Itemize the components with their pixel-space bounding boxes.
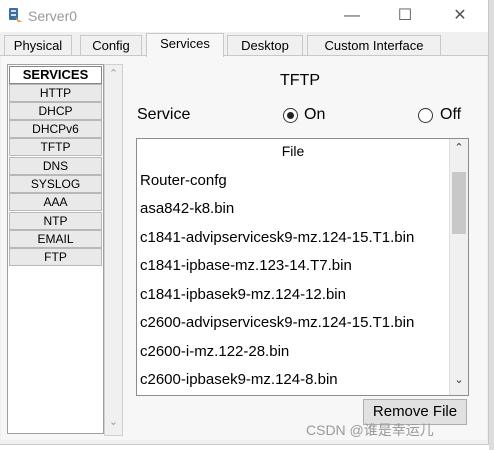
file-item[interactable]: c2600-advipservicesk9-mz.124-15.T1.bin	[140, 314, 414, 331]
service-item-dhcp[interactable]: DHCP	[9, 102, 102, 120]
service-item-aaa[interactable]: AAA	[9, 193, 102, 211]
services-header: SERVICES	[9, 66, 102, 84]
file-scroll-thumb[interactable]	[452, 172, 466, 234]
service-on-radio[interactable]	[283, 108, 298, 123]
panel-title: TFTP	[280, 72, 320, 89]
scroll-up-icon[interactable]: ⌃	[105, 67, 122, 80]
minimize-button[interactable]: —	[337, 4, 367, 28]
file-item[interactable]: c2600-i-mz.122-28.bin	[140, 343, 289, 360]
service-item-dhcpv6[interactable]: DHCPv6	[9, 120, 102, 138]
server-app-icon	[9, 8, 22, 22]
tab-bar: Physical Config Services Desktop Custom …	[0, 33, 488, 57]
services-list: SERVICES HTTP DHCP DHCPv6 TFTP DNS SYSLO…	[7, 64, 104, 434]
window-title: Server0	[28, 8, 78, 24]
file-item[interactable]: asa842-k8.bin	[140, 200, 234, 217]
file-item[interactable]: c1841-ipbasek9-mz.124-12.bin	[140, 286, 346, 303]
watermark: CSDN @谁是幸运儿	[306, 422, 434, 438]
scroll-down-icon[interactable]: ⌄	[105, 415, 122, 428]
maximize-button[interactable]: ☐	[390, 4, 420, 28]
service-item-http[interactable]: HTTP	[9, 84, 102, 102]
file-item[interactable]: Router-confg	[140, 172, 227, 189]
file-scroll-down-icon[interactable]: ⌄	[450, 373, 468, 386]
service-off-radio[interactable]	[418, 108, 433, 123]
file-list: File Router-confg asa842-k8.bin c1841-ad…	[136, 138, 469, 396]
file-column-header: File	[281, 143, 305, 159]
tab-custom-interface[interactable]: Custom Interface	[307, 35, 441, 56]
tab-physical[interactable]: Physical	[4, 35, 72, 56]
file-item[interactable]: c2600-ipbasek9-mz.124-8.bin	[140, 371, 338, 388]
service-item-dns[interactable]: DNS	[9, 157, 102, 175]
close-button[interactable]: ✕	[445, 4, 475, 28]
tab-desktop[interactable]: Desktop	[227, 35, 303, 56]
tab-config[interactable]: Config	[80, 35, 142, 56]
file-item[interactable]: c1841-ipbase-mz.123-14.T7.bin	[140, 257, 352, 274]
service-label: Service	[137, 106, 191, 123]
background-window-edge	[489, 0, 494, 450]
file-list-scrollbar[interactable]: ⌃ ⌄	[449, 139, 468, 395]
services-scrollbar[interactable]: ⌃ ⌄	[104, 64, 123, 436]
tab-services[interactable]: Services	[146, 33, 224, 57]
service-item-ftp[interactable]: FTP	[9, 248, 102, 266]
service-off-label[interactable]: Off	[440, 106, 461, 124]
service-item-syslog[interactable]: SYSLOG	[9, 175, 102, 193]
service-on-label[interactable]: On	[304, 106, 325, 124]
service-item-email[interactable]: EMAIL	[9, 230, 102, 248]
file-scroll-up-icon[interactable]: ⌃	[450, 141, 468, 154]
service-item-tftp[interactable]: TFTP	[9, 138, 102, 156]
service-item-ntp[interactable]: NTP	[9, 212, 102, 230]
title-bar: Server0 — ☐ ✕	[0, 0, 488, 32]
server-window: Server0 — ☐ ✕ Physical Config Services D…	[0, 0, 489, 445]
radio-selected-dot	[287, 112, 294, 119]
file-item[interactable]: c1841-advipservicesk9-mz.124-15.T1.bin	[140, 229, 414, 246]
